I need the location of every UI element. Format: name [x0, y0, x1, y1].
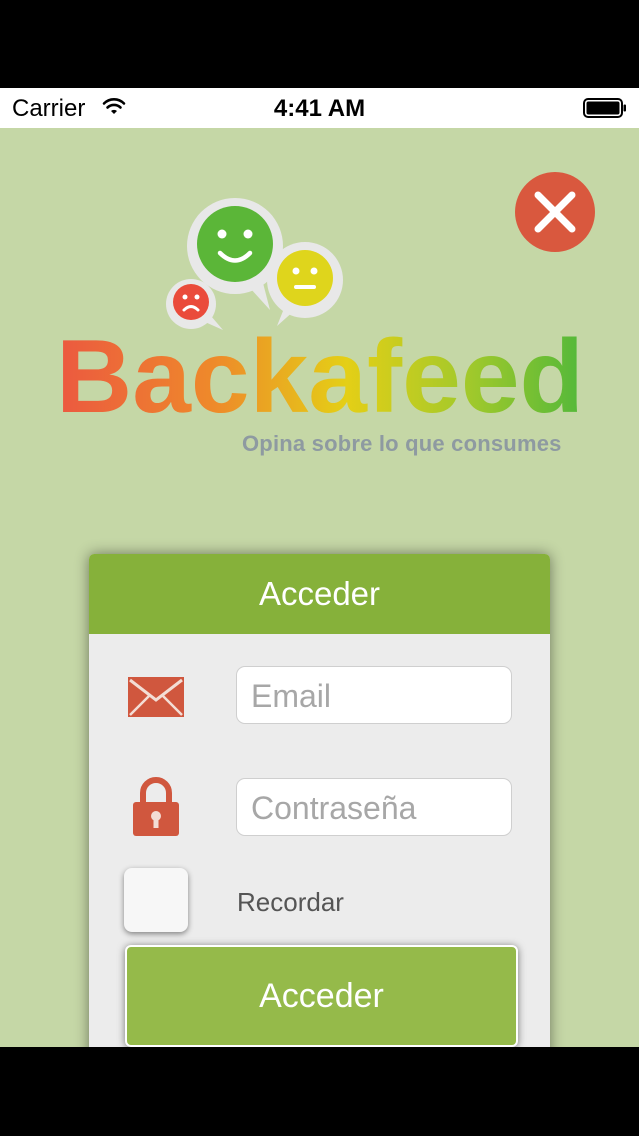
status-bar: Carrier 4:41 AM	[0, 88, 639, 128]
envelope-icon	[128, 677, 184, 717]
clock: 4:41 AM	[273, 95, 366, 122]
card-title: Acceder	[89, 554, 550, 634]
login-card: Acceder Email Contraseña Recordar Accede…	[89, 554, 550, 1047]
login-button[interactable]: Acceder	[125, 945, 518, 1047]
close-icon	[534, 191, 576, 233]
remember-checkbox[interactable]	[124, 868, 188, 932]
lock-icon	[133, 777, 179, 836]
brand-logo: Backafeed	[56, 319, 584, 426]
tagline: Opina sobre lo que consumes	[242, 431, 562, 456]
top-black-bar	[0, 0, 639, 88]
remember-label: Recordar	[237, 887, 344, 917]
email-input[interactable]: Email	[236, 666, 512, 724]
bottom-black-bar	[0, 1047, 639, 1136]
password-input[interactable]: Contraseña	[236, 778, 512, 836]
brand-name-text: Backafeed	[56, 319, 584, 426]
battery-icon	[583, 98, 626, 118]
close-button[interactable]	[515, 172, 595, 252]
app-screen: Backafeed Opina sobre lo que consumes Ac…	[0, 128, 639, 1047]
